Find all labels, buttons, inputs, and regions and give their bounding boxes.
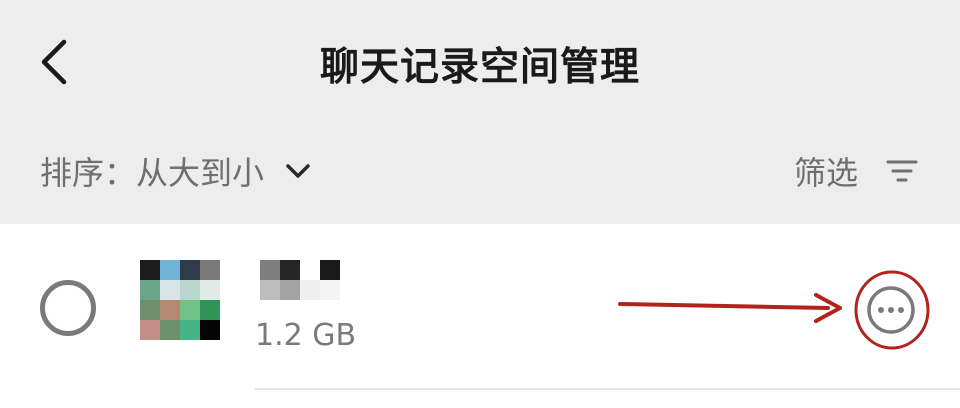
name-pixel <box>320 280 340 300</box>
chat-storage-page: 聊天记录空间管理 排序： 从大到小 筛选 1.2 GB <box>0 0 960 408</box>
avatar-pixel <box>200 300 220 320</box>
name-pixel <box>300 260 320 280</box>
name-pixel <box>260 260 280 280</box>
avatar-pixel <box>160 320 180 340</box>
avatar-pixel <box>160 260 180 280</box>
chat-size: 1.2 GB <box>255 318 357 353</box>
avatar-pixel <box>180 300 200 320</box>
sort-label: 排序： <box>40 154 137 192</box>
avatar-pixel <box>200 320 220 340</box>
chat-name-redacted <box>260 260 340 300</box>
sort-value: 从大到小 <box>136 154 265 192</box>
name-pixel <box>280 260 300 280</box>
avatar-pixel <box>160 300 180 320</box>
filter-button[interactable]: 筛选 <box>794 146 920 196</box>
name-pixel <box>280 280 300 300</box>
avatar-pixel <box>160 280 180 300</box>
avatar-pixel <box>140 320 160 340</box>
sort-dropdown[interactable]: 排序： 从大到小 <box>40 146 314 196</box>
avatar-pixel <box>140 300 160 320</box>
avatar-pixel <box>200 280 220 300</box>
chevron-down-icon <box>286 164 310 178</box>
name-pixel <box>300 280 320 300</box>
more-options-button[interactable] <box>854 270 930 350</box>
avatar-pixel <box>140 280 160 300</box>
filter-lines-icon <box>886 160 918 182</box>
avatar-pixel <box>180 260 200 280</box>
select-radio[interactable] <box>40 280 96 336</box>
avatar-pixel <box>180 320 200 340</box>
name-pixel <box>260 280 280 300</box>
name-pixel <box>320 260 340 280</box>
list-divider <box>255 388 960 390</box>
annotation-arrow <box>618 293 842 323</box>
nav-header: 聊天记录空间管理 <box>0 0 960 124</box>
more-horizontal-icon <box>854 270 930 350</box>
avatar <box>140 260 220 340</box>
avatar-pixel <box>200 260 220 280</box>
avatar-pixel <box>180 280 200 300</box>
sort-filter-bar: 排序： 从大到小 筛选 <box>0 124 960 224</box>
page-title: 聊天记录空间管理 <box>319 45 640 90</box>
filter-label: 筛选 <box>793 154 858 192</box>
avatar-pixel <box>140 260 160 280</box>
